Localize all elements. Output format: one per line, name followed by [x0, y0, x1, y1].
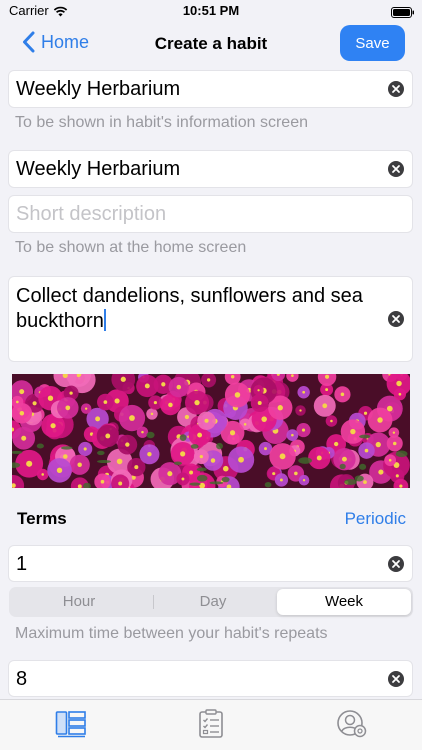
description-field[interactable]: Collect dandelions, sunflowers and sea b… — [8, 276, 413, 362]
navigation-bar: Home Create a habit Save — [0, 22, 422, 66]
info-title-hint: To be shown in habit's information scree… — [15, 114, 308, 131]
text-caret — [103, 309, 106, 331]
clear-icon[interactable] — [388, 161, 404, 177]
tab-profile[interactable] — [336, 709, 368, 744]
second-value-field[interactable]: 8 — [8, 660, 413, 697]
profile-settings-icon — [337, 710, 367, 738]
home-title-value: Weekly Herbarium — [16, 158, 181, 180]
period-hint: Maximum time between your habit's repeat… — [15, 625, 328, 642]
description-text: Collect dandelions, sunflowers and sea b… — [16, 284, 386, 334]
clear-icon[interactable] — [388, 311, 404, 327]
habits-list-icon — [55, 711, 86, 738]
back-button[interactable]: Home — [22, 31, 89, 53]
clear-icon[interactable] — [388, 670, 404, 687]
clear-icon[interactable] — [388, 555, 404, 572]
tab-habits[interactable] — [55, 709, 87, 744]
flowers-photo — [12, 374, 410, 488]
segment-day[interactable]: Day — [149, 587, 277, 617]
short-description-hint: To be shown at the home screen — [15, 239, 247, 256]
info-title-value: Weekly Herbarium — [16, 78, 181, 100]
second-value: 8 — [16, 668, 28, 690]
period-value: 1 — [16, 553, 28, 575]
periodic-link[interactable]: Periodic — [345, 509, 406, 529]
tab-checklist[interactable] — [197, 709, 225, 744]
tab-bar — [0, 699, 422, 750]
chevron-left-icon — [23, 31, 35, 53]
habit-cover-image[interactable] — [12, 374, 410, 488]
description-value: Collect dandelions, sunflowers and sea b… — [16, 285, 363, 332]
battery-icon — [391, 5, 415, 23]
segment-hour[interactable]: Hour — [9, 587, 149, 617]
status-bar: Carrier 10:51 PM — [0, 0, 422, 22]
segment-week[interactable]: Week — [277, 589, 411, 615]
info-title-field[interactable]: Weekly Herbarium — [8, 70, 413, 108]
checklist-icon — [199, 709, 223, 738]
back-button-label: Home — [41, 31, 90, 52]
clear-icon[interactable] — [388, 81, 404, 97]
time-unit-segmented-control: Hour Day Week — [9, 587, 413, 617]
clock-time: 10:51 PM — [182, 3, 240, 18]
short-description-field[interactable]: Short description — [8, 195, 413, 233]
terms-title: Terms — [17, 509, 67, 528]
home-title-field[interactable]: Weekly Herbarium — [8, 150, 413, 188]
save-button[interactable]: Save — [340, 25, 405, 61]
period-value-field[interactable]: 1 — [8, 545, 413, 582]
short-description-placeholder: Short description — [16, 203, 167, 225]
